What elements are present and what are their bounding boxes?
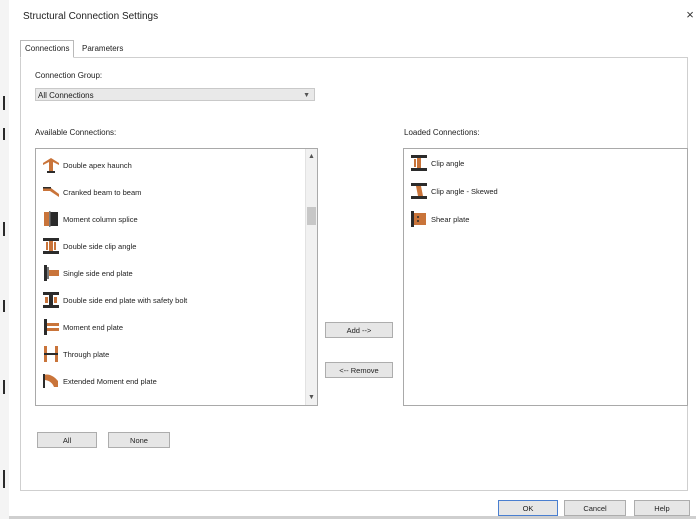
window-left-edge: [0, 0, 9, 519]
item-label: Extended Moment end plate: [63, 377, 157, 386]
scroll-up-icon[interactable]: ▲: [306, 151, 317, 162]
clip-angle-skewed-icon: [411, 183, 427, 199]
connection-group-label: Connection Group:: [35, 71, 103, 80]
scroll-down-icon[interactable]: ▼: [306, 392, 317, 403]
item-label: Moment column splice: [63, 215, 138, 224]
clip-angle-icon: [43, 238, 59, 254]
scroll-thumb[interactable]: [307, 207, 316, 225]
connection-group-select[interactable]: All Connections ▼: [35, 88, 315, 101]
tab-parameters[interactable]: Parameters: [78, 42, 127, 56]
select-all-button[interactable]: All: [37, 432, 97, 448]
window-title: Structural Connection Settings: [23, 11, 159, 22]
chevron-down-icon: ▼: [303, 92, 310, 99]
item-label: Clip angle - Skewed: [431, 187, 498, 196]
clip-angle-icon: [411, 155, 427, 171]
item-label: Double side end plate with safety bolt: [63, 296, 188, 305]
title-bar: Structural Connection Settings ×: [9, 0, 696, 30]
tab-connections[interactable]: Connections: [20, 40, 75, 58]
remove-button[interactable]: <-- Remove: [325, 362, 393, 378]
item-label: Single side end plate: [63, 269, 133, 278]
connection-group-value: All Connections: [38, 91, 94, 100]
select-none-button[interactable]: None: [108, 432, 170, 448]
available-connections-list[interactable]: Double apex haunch Cranked beam to beam …: [35, 148, 318, 406]
loaded-connections-label: Loaded Connections:: [404, 128, 480, 137]
through-plate-icon: [44, 346, 58, 362]
end-plate-icon: [44, 265, 59, 281]
cranked-beam-icon: [43, 187, 59, 197]
item-label: Shear plate: [431, 215, 470, 224]
item-label: Through plate: [63, 350, 110, 359]
available-connections-label: Available Connections:: [35, 128, 117, 137]
moment-end-plate-icon: [44, 319, 59, 335]
item-label: Cranked beam to beam: [63, 188, 142, 197]
add-button[interactable]: Add -->: [325, 322, 393, 338]
cancel-button[interactable]: Cancel: [564, 500, 626, 516]
scrollbar[interactable]: ▲ ▼: [305, 149, 317, 405]
help-button[interactable]: Help: [634, 500, 690, 516]
loaded-connections-list[interactable]: Clip angle Clip angle - Skewed Shear pla…: [403, 148, 688, 406]
item-label: Double side clip angle: [63, 242, 137, 251]
ok-button[interactable]: OK: [498, 500, 558, 516]
close-button[interactable]: ×: [683, 8, 696, 22]
shear-plate-icon: [411, 211, 426, 227]
item-label: Clip angle: [431, 159, 465, 168]
apex-haunch-icon: [43, 158, 59, 173]
extended-moment-end-plate-icon: [43, 374, 58, 388]
item-label: Double apex haunch: [63, 161, 132, 170]
column-splice-icon: [44, 211, 58, 227]
item-label: Moment end plate: [63, 323, 124, 332]
end-plate-safety-bolt-icon: [43, 292, 59, 308]
